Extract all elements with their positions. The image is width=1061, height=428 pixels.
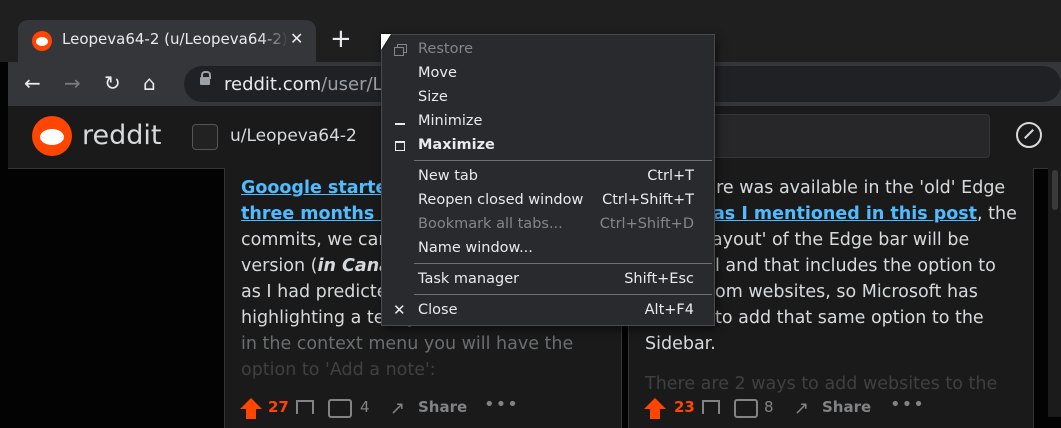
- share-icon[interactable]: ↗: [390, 400, 405, 418]
- vote-count: 23: [674, 398, 695, 416]
- menu-item-label: Move: [418, 65, 457, 81]
- close-icon: ✕: [393, 301, 406, 319]
- share-icon[interactable]: ↗: [794, 400, 809, 418]
- post-text-line: to add that same option to the: [715, 308, 984, 328]
- window-context-menu: Restore Move Size Minimize Maximize New …: [381, 34, 715, 326]
- menu-item-label: Reopen closed window: [418, 192, 584, 208]
- reddit-favicon-icon: [32, 31, 52, 51]
- post-text-line: layout' of the Edge bar will be: [707, 230, 970, 250]
- menu-item-label: Task manager: [418, 271, 520, 287]
- upvote-icon[interactable]: [240, 398, 262, 419]
- forward-icon[interactable]: →: [64, 72, 81, 94]
- menu-item-label: Minimize: [418, 113, 483, 129]
- restore-icon: [393, 42, 407, 56]
- menu-item-minimize[interactable]: Minimize: [382, 110, 714, 134]
- minimize-icon: [393, 114, 407, 128]
- comment-count[interactable]: 8: [764, 398, 774, 416]
- url-text[interactable]: reddit.com/user/Leo: [224, 74, 404, 95]
- menu-item-label: Restore: [418, 41, 474, 57]
- search-input[interactable]: [698, 114, 990, 158]
- url-host: reddit.com: [224, 74, 322, 95]
- share-button[interactable]: Share: [418, 398, 467, 416]
- post-text: , the: [977, 204, 1017, 224]
- post-actions-left: 27 4 ↗ Share •••: [240, 394, 518, 419]
- post-link[interactable]: as I mentioned in this post: [713, 204, 977, 224]
- post-text-line: as I had predicted: [241, 282, 399, 302]
- close-tab-icon[interactable]: ✕: [290, 29, 303, 49]
- menu-item-label: Close: [418, 302, 458, 318]
- vote-count: 27: [268, 398, 289, 416]
- menu-separator: [414, 294, 712, 295]
- menu-item-maximize[interactable]: Maximize: [382, 134, 714, 158]
- menu-item-new-tab[interactable]: New tab Ctrl+T: [382, 165, 714, 189]
- mouse-cursor-icon: [381, 34, 391, 50]
- post-text-line: om websites, so Microsoft has: [715, 282, 978, 302]
- post-text-line: ure was available in the 'old' Edge: [705, 178, 1006, 198]
- menu-item-shortcut: Alt+F4: [644, 302, 694, 318]
- menu-item-shortcut: Ctrl+Shift+T: [602, 192, 694, 208]
- menu-item-label: New tab: [418, 168, 479, 184]
- avatar[interactable]: [192, 124, 218, 150]
- back-icon[interactable]: ←: [24, 72, 41, 94]
- post-text-line: in the context menu you will have the: [241, 334, 574, 354]
- profile-username[interactable]: u/Leopeva64-2: [230, 126, 357, 146]
- more-options-icon[interactable]: •••: [890, 394, 925, 415]
- post-text-line: commits, we can: [241, 230, 390, 250]
- comment-count[interactable]: 4: [360, 398, 370, 416]
- comment-icon[interactable]: [734, 399, 758, 418]
- menu-item-close[interactable]: ✕ Close Alt+F4: [382, 299, 714, 323]
- menu-item-label: Size: [418, 89, 448, 105]
- scrollbar-thumb[interactable]: [1052, 170, 1058, 210]
- menu-item-shortcut: Shift+Esc: [624, 271, 694, 287]
- menu-item-shortcut: Ctrl+Shift+D: [599, 216, 694, 232]
- home-icon[interactable]: ⌂: [143, 72, 156, 94]
- menu-item-label: Maximize: [418, 137, 495, 153]
- popular-compass-icon[interactable]: [1016, 122, 1042, 148]
- post-actions-right: 23 8 ↗ Share •••: [644, 394, 924, 419]
- menu-item-label: Bookmark all tabs...: [418, 216, 563, 232]
- menu-item-reopen-closed-window[interactable]: Reopen closed window Ctrl+Shift+T: [382, 189, 714, 213]
- browser-tab[interactable]: Leopeva64-2 (u/Leopeva64-2) - R ✕: [18, 20, 316, 62]
- post-text-line: option to 'Add a note':: [241, 360, 436, 380]
- reload-icon[interactable]: ↻: [104, 72, 121, 94]
- downvote-icon[interactable]: [702, 400, 720, 414]
- menu-item-bookmark-all-tabs[interactable]: Bookmark all tabs... Ctrl+Shift+D: [382, 213, 714, 237]
- menu-item-restore[interactable]: Restore: [382, 38, 714, 62]
- more-options-icon[interactable]: •••: [484, 394, 519, 415]
- comment-icon[interactable]: [328, 399, 352, 418]
- menu-item-label: Name window...: [418, 240, 533, 256]
- post-text-line: l and that includes the option to: [715, 256, 996, 276]
- menu-item-task-manager[interactable]: Task manager Shift+Esc: [382, 268, 714, 292]
- reddit-logo-icon[interactable]: [32, 116, 72, 156]
- menu-item-size[interactable]: Size: [382, 86, 714, 110]
- menu-item-shortcut: Ctrl+T: [647, 168, 694, 184]
- post-text-line: as I mentioned in this post, the: [713, 201, 1017, 227]
- post-text: version (: [241, 256, 318, 276]
- post-text-line: version (in Canar: [241, 253, 400, 279]
- reddit-wordmark[interactable]: reddit: [82, 120, 161, 151]
- post-text-line: There are 2 ways to add websites to the: [645, 374, 998, 394]
- menu-item-move[interactable]: Move: [382, 62, 714, 86]
- tab-title: Leopeva64-2 (u/Leopeva64-2) - R: [62, 30, 288, 48]
- menu-item-name-window[interactable]: Name window...: [382, 237, 714, 261]
- new-tab-button[interactable]: +: [330, 24, 352, 54]
- lock-icon[interactable]: [200, 71, 211, 85]
- menu-separator: [414, 160, 712, 161]
- upvote-icon[interactable]: [644, 398, 666, 419]
- downvote-icon[interactable]: [296, 400, 314, 414]
- menu-separator: [414, 263, 712, 264]
- share-button[interactable]: Share: [822, 398, 871, 416]
- post-text-line: Sidebar.: [645, 334, 716, 354]
- maximize-icon: [393, 138, 407, 152]
- post-link[interactable]: Gooogle started: [241, 178, 400, 198]
